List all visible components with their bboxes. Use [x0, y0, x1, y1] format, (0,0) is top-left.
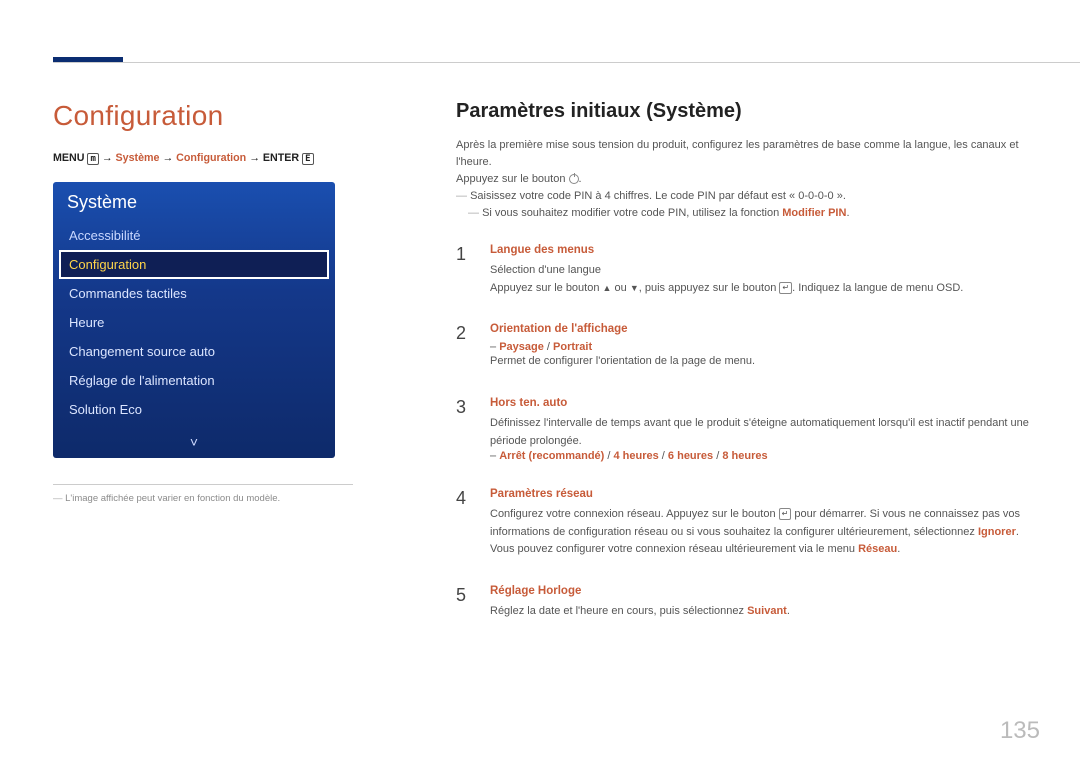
step-4-number: 4	[456, 488, 478, 559]
enter-key-icon: ↵	[779, 282, 792, 294]
note-modify-pin-post: .	[846, 207, 849, 219]
note-modify-pin-hl: Modifier PIN	[782, 207, 846, 219]
step-4-reseau: Réseau	[858, 543, 897, 555]
menu-scroll-down-icon[interactable]: ˅	[53, 430, 335, 458]
step-5-title: Réglage Horloge	[490, 585, 1040, 603]
breadcrumb-arrow-3: →	[249, 152, 260, 164]
step-1-b2-mid: ou	[611, 282, 629, 294]
step-3-sep1: /	[604, 450, 613, 462]
step-5-number: 5	[456, 585, 478, 621]
note-modify-pin: Si vous souhaitez modifier votre code PI…	[456, 205, 1040, 222]
breadcrumb-arrow-1: →	[102, 152, 113, 164]
intro-paragraph: Après la première mise sous tension du p…	[456, 137, 1040, 171]
enter-key-icon-2: ↵	[779, 508, 792, 520]
breadcrumb-systeme: Système	[116, 152, 160, 164]
step-2-body: Permet de configurer l'orientation de la…	[490, 353, 1040, 371]
step-1-body-2: Appuyez sur le bouton ▲ ou ▼, puis appuy…	[490, 280, 1040, 298]
step-3-options: Arrêt (recommandé) / 4 heures / 6 heures…	[490, 450, 1040, 462]
steps-list: 1 Langue des menus Sélection d'une langu…	[456, 222, 1040, 638]
header-rule	[53, 62, 1080, 63]
arrow-down-icon: ▼	[630, 283, 639, 293]
breadcrumb-configuration: Configuration	[176, 152, 246, 164]
section-title: Configuration	[53, 100, 388, 152]
breadcrumb: MENU m → Système → Configuration → ENTER…	[53, 152, 388, 180]
step-5-post: .	[787, 605, 790, 617]
step-4-body: Configurez votre connexion réseau. Appuy…	[490, 506, 1040, 559]
menu-item-accessibilite[interactable]: Accessibilité	[59, 221, 329, 250]
step-4-post: .	[897, 543, 900, 555]
step-2-opt-paysage: Paysage	[499, 341, 544, 353]
menu-item-heure[interactable]: Heure	[59, 308, 329, 337]
osd-menu-title: Système	[53, 182, 335, 221]
step-1-title: Langue des menus	[490, 244, 1040, 262]
step-1-b2-pre: Appuyez sur le bouton	[490, 282, 603, 294]
menu-item-configuration[interactable]: Configuration	[59, 250, 329, 279]
intro-press-button: Appuyez sur le bouton .	[456, 171, 1040, 188]
menu-item-reglage-alimentation[interactable]: Réglage de l'alimentation	[59, 366, 329, 395]
page-title: Paramètres initiaux (Système)	[456, 100, 1040, 137]
step-4-pre: Configurez votre connexion réseau. Appuy…	[490, 508, 779, 520]
step-4-ignorer: Ignorer	[978, 526, 1016, 538]
step-1-b2-post: . Indiquez la langue de menu OSD.	[792, 282, 963, 294]
step-5-pre: Réglez la date et l'heure en cours, puis…	[490, 605, 747, 617]
step-3: 3 Hors ten. auto Définissez l'intervalle…	[456, 389, 1040, 480]
power-icon	[569, 174, 579, 184]
step-3-opt-4h: 4 heures	[614, 450, 659, 462]
step-3-opt-8h: 8 heures	[722, 450, 767, 462]
step-4: 4 Paramètres réseau Configurez votre con…	[456, 480, 1040, 577]
step-4-title: Paramètres réseau	[490, 488, 1040, 506]
step-1-body-1: Sélection d'une langue	[490, 262, 1040, 280]
step-5-suivant: Suivant	[747, 605, 787, 617]
step-3-opt-arret: Arrêt (recommandé)	[499, 450, 604, 462]
intro-press-pre: Appuyez sur le bouton	[456, 173, 569, 185]
step-5-body: Réglez la date et l'heure en cours, puis…	[490, 603, 1040, 621]
step-2-opt-portrait: Portrait	[553, 341, 592, 353]
menu-icon: m	[87, 153, 98, 165]
step-2-number: 2	[456, 323, 478, 371]
menu-item-commandes-tactiles[interactable]: Commandes tactiles	[59, 279, 329, 308]
step-3-number: 3	[456, 397, 478, 462]
step-5: 5 Réglage Horloge Réglez la date et l'he…	[456, 577, 1040, 639]
intro-press-post: .	[579, 173, 582, 185]
step-1: 1 Langue des menus Sélection d'une langu…	[456, 236, 1040, 315]
step-1-number: 1	[456, 244, 478, 297]
menu-item-changement-source-auto[interactable]: Changement source auto	[59, 337, 329, 366]
left-column: Configuration MENU m → Système → Configu…	[53, 100, 388, 639]
step-3-sep2: /	[659, 450, 668, 462]
step-1-b2-mid2: , puis appuyez sur le bouton	[639, 282, 780, 294]
step-3-title: Hors ten. auto	[490, 397, 1040, 415]
note-pin-default: Saisissez votre code PIN à 4 chiffres. L…	[456, 188, 1040, 205]
step-2: 2 Orientation de l'affichage Paysage / P…	[456, 315, 1040, 389]
step-3-sep3: /	[713, 450, 722, 462]
breadcrumb-menu: MENU	[53, 152, 84, 164]
breadcrumb-arrow-2: →	[162, 152, 173, 164]
step-3-body: Définissez l'intervalle de temps avant q…	[490, 415, 1040, 450]
footnote-text: L'image affichée peut varier en fonction…	[53, 485, 388, 504]
enter-icon: E	[302, 153, 313, 165]
note-modify-pin-pre: Si vous souhaitez modifier votre code PI…	[482, 207, 782, 219]
page-number: 135	[1000, 717, 1040, 745]
step-2-opt-sep: /	[544, 341, 553, 353]
right-column: Paramètres initiaux (Système) Après la p…	[456, 100, 1040, 639]
menu-item-solution-eco[interactable]: Solution Eco	[59, 395, 329, 424]
step-3-opt-6h: 6 heures	[668, 450, 713, 462]
step-2-options: Paysage / Portrait	[490, 341, 1040, 353]
breadcrumb-enter: ENTER	[263, 152, 299, 164]
step-2-title: Orientation de l'affichage	[490, 323, 1040, 341]
osd-menu-card: Système Accessibilité Configuration Comm…	[53, 182, 335, 458]
